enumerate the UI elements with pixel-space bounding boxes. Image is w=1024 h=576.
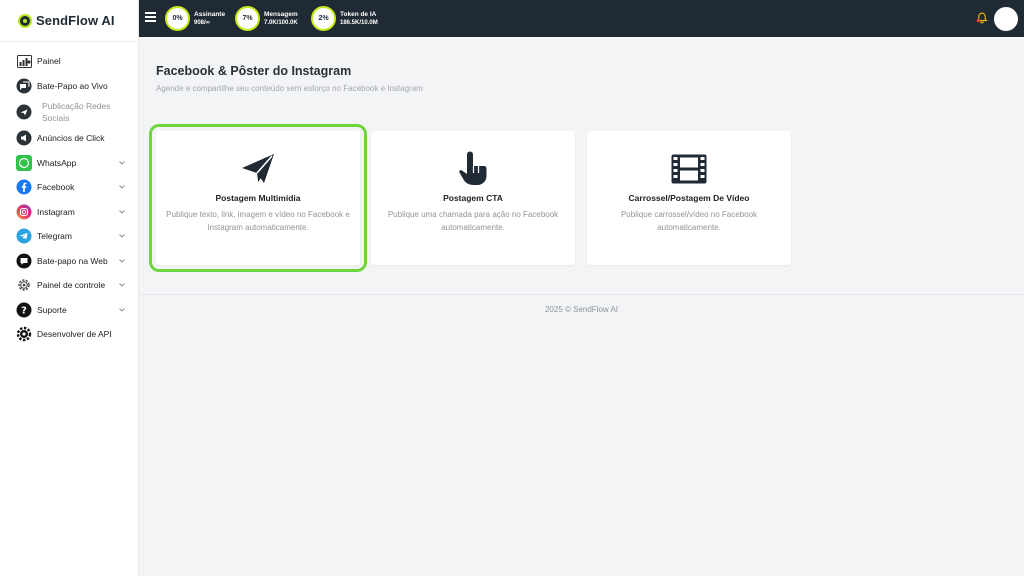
sidebar-item-label: Painel de controle <box>37 280 106 291</box>
stat-ai-tokens: 2% Token de IA 186.5K/10.0M <box>311 6 378 31</box>
sidebar-item-label: Desenvolver de API <box>37 329 112 340</box>
stat-value: 7.0K/100.0K <box>264 19 298 26</box>
sidebar-item-live-chat[interactable]: Bate-Papo ao Vivo <box>0 74 138 99</box>
whatsapp-icon <box>16 154 32 171</box>
stat-value: 908/∞ <box>194 19 210 26</box>
facebook-icon <box>16 179 32 195</box>
stat-label: Token de IA <box>340 10 377 18</box>
sidebar-item-label: Publicação Redes Sociais <box>42 101 111 123</box>
stat-progress-ring: 0% <box>165 6 190 31</box>
instagram-icon <box>16 204 32 220</box>
sidebar-item-label: Instagram <box>37 206 75 217</box>
web-chat-icon <box>16 253 32 269</box>
chevron-down-icon <box>118 281 126 289</box>
page-subtitle: Agende e compartilhe seu conteúdo sem es… <box>156 84 423 93</box>
chevron-down-icon <box>118 306 126 314</box>
paper-plane-icon <box>240 151 276 187</box>
brand-logo-icon <box>18 13 32 28</box>
chevron-down-icon <box>118 208 126 216</box>
sidebar-item-instagram[interactable]: Instagram <box>0 200 138 225</box>
notification-bell-icon[interactable] <box>976 11 988 24</box>
sidebar-item-control-panel[interactable]: Painel de controle <box>0 273 138 298</box>
svg-text:?: ? <box>21 305 27 316</box>
chevron-down-icon <box>118 232 126 240</box>
api-gear-icon <box>16 326 32 342</box>
chevron-down-icon <box>118 257 126 265</box>
sidebar-item-label: Painel <box>37 56 61 67</box>
sidebar-item-click-ads[interactable]: Anúncios de Click <box>0 126 138 151</box>
user-avatar[interactable] <box>994 7 1018 31</box>
card-description: Publique uma chamada para ação no Facebo… <box>387 210 559 232</box>
sidebar: SendFlow AI Painel Bate-Papo ao Vivo Pub… <box>0 0 139 576</box>
footer-divider <box>139 294 1024 295</box>
card-cta-post[interactable]: Postagem CTA Publique uma chamada para a… <box>371 131 575 265</box>
card-title: Carrossel/Postagem De Vídeo <box>628 193 750 203</box>
sidebar-item-label: Suporte <box>37 304 67 315</box>
chart-icon <box>16 53 32 69</box>
stat-messages: 7% Mensagem 7.0K/100.0K <box>235 6 298 31</box>
sidebar-item-web-chat[interactable]: Bate-papo na Web <box>0 249 138 274</box>
film-icon <box>671 151 707 187</box>
stat-value: 186.5K/10.0M <box>340 19 378 26</box>
menu-toggle-icon[interactable] <box>145 12 156 22</box>
sidebar-item-label: Anúncios de Click <box>37 133 105 144</box>
ads-icon <box>16 130 32 146</box>
stat-label: Assinante <box>194 10 226 18</box>
sidebar-item-support[interactable]: ? Suporte <box>0 298 138 323</box>
card-title: Postagem CTA <box>443 193 503 203</box>
sidebar-item-label: Telegram <box>37 231 72 242</box>
sidebar-nav: Painel Bate-Papo ao Vivo Publicação Rede… <box>0 42 138 347</box>
chevron-down-icon <box>118 183 126 191</box>
pointing-hand-icon <box>455 151 491 187</box>
sidebar-item-api-developer[interactable]: Desenvolver de API <box>0 322 138 347</box>
card-description: Publique carrossel/vídeo no Facebook aut… <box>620 210 758 232</box>
stat-label: Mensagem <box>264 10 298 18</box>
stat-progress-ring: 2% <box>311 6 336 31</box>
card-title: Postagem Multimídia <box>215 193 301 203</box>
chevron-down-icon <box>118 159 126 167</box>
telegram-icon <box>16 228 32 244</box>
topbar: 0% Assinante 908/∞ 7% Mensagem 7.0K/100.… <box>139 0 1024 37</box>
card-multimedia-post[interactable]: Postagem Multimídia Publique texto, link… <box>149 124 367 272</box>
card-description: Publique texto, link, imagem e vídeo no … <box>166 210 350 232</box>
social-post-icon <box>16 104 32 120</box>
sidebar-item-whatsapp[interactable]: WhatsApp <box>0 151 138 176</box>
brand[interactable]: SendFlow AI <box>0 0 138 42</box>
sidebar-item-facebook[interactable]: Facebook <box>0 175 138 200</box>
help-icon: ? <box>16 302 32 318</box>
settings-icon <box>16 277 32 293</box>
sidebar-item-label: Facebook <box>37 182 75 193</box>
brand-name: SendFlow AI <box>36 13 115 28</box>
sidebar-item-painel[interactable]: Painel <box>0 49 138 74</box>
stat-subscribers: 0% Assinante 908/∞ <box>165 6 225 31</box>
sidebar-item-social-publishing[interactable]: Publicação Redes Sociais <box>0 98 138 126</box>
sidebar-item-telegram[interactable]: Telegram <box>0 224 138 249</box>
live-chat-icon <box>16 78 32 94</box>
card-carousel-video-post[interactable]: Carrossel/Postagem De Vídeo Publique car… <box>587 131 791 265</box>
sidebar-item-label: WhatsApp <box>37 157 77 168</box>
stat-progress-ring: 7% <box>235 6 260 31</box>
sidebar-item-label: Bate-papo na Web <box>37 255 108 266</box>
page-title: Facebook & Pôster do Instagram <box>156 64 352 78</box>
sidebar-item-label: Bate-Papo ao Vivo <box>37 80 108 91</box>
footer-copyright: 2025 © SendFlow AI <box>544 305 619 314</box>
